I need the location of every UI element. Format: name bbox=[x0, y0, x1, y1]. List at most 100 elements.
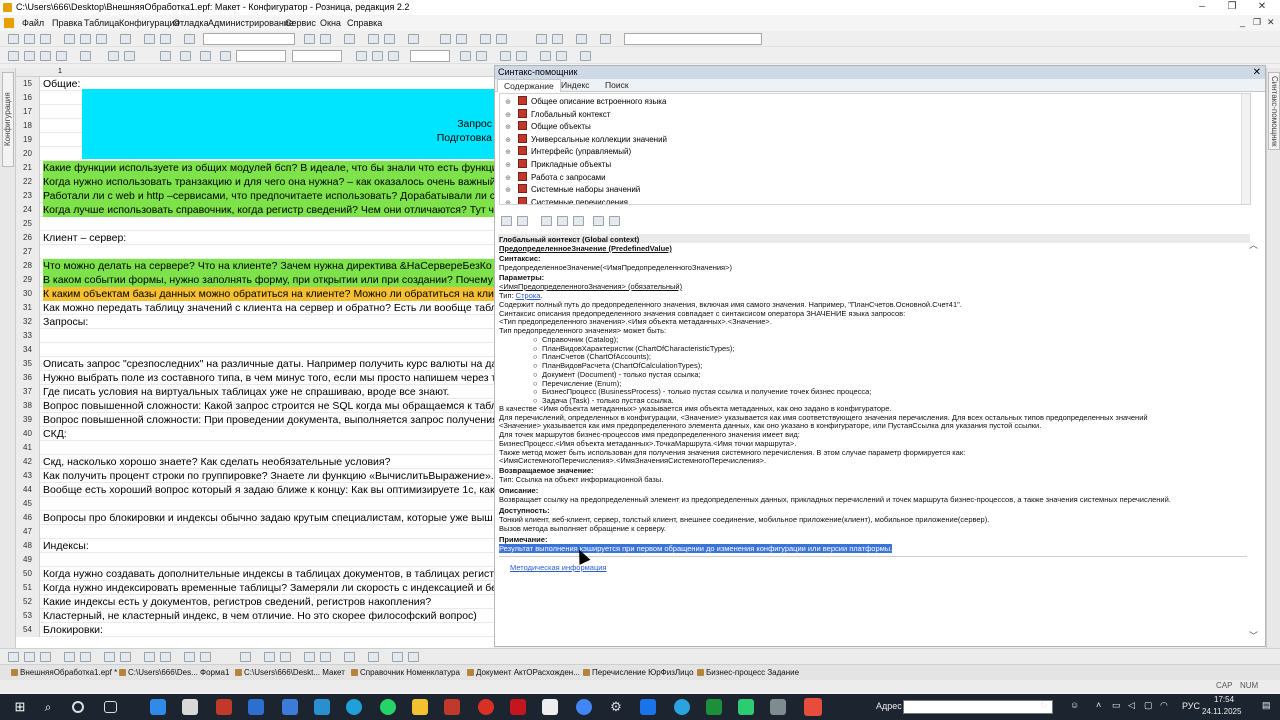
taskbar-app-11-icon[interactable] bbox=[738, 699, 754, 715]
chrome-icon[interactable] bbox=[576, 699, 592, 715]
borders-icon[interactable] bbox=[160, 51, 171, 61]
menu-debug[interactable]: Отладка bbox=[173, 17, 209, 29]
row-number[interactable]: 21 bbox=[16, 161, 40, 175]
window-tab-form1[interactable]: C:\Users\666\Des... Форма1 bbox=[118, 667, 229, 679]
print-icon[interactable] bbox=[120, 34, 131, 44]
row-number[interactable]: 31 bbox=[16, 301, 40, 315]
tree-item[interactable]: ⊕ Универсальные коллекции значений bbox=[504, 133, 667, 146]
table-row[interactable]: 26 Клиент – сервер: bbox=[16, 231, 494, 245]
row-number[interactable]: 18 bbox=[16, 119, 40, 133]
tool-b-icon[interactable] bbox=[456, 34, 467, 44]
window-tab-enum[interactable]: Перечисление ЮрФизЛицо bbox=[582, 667, 694, 679]
fmt-d-icon[interactable] bbox=[56, 51, 67, 61]
object-combo[interactable] bbox=[624, 33, 762, 45]
tree-item[interactable]: ⊕ Интерфейс (управляемый) bbox=[504, 146, 631, 158]
row-number[interactable]: 47 bbox=[16, 525, 40, 539]
table-row[interactable]: 33 bbox=[16, 329, 494, 343]
text-color-icon[interactable] bbox=[200, 51, 211, 61]
bottom-tool-q-icon[interactable] bbox=[344, 652, 355, 662]
row-cell-text[interactable]: Когда лучше использовать справочник, ког… bbox=[43, 203, 494, 217]
tree-item[interactable]: ⊕ Прикладные объекты bbox=[504, 159, 611, 171]
row-cell-text[interactable]: Вопрос повышенной сложности: Какой запро… bbox=[43, 399, 494, 413]
tray-network-icon[interactable]: ▭ bbox=[1112, 700, 1121, 711]
tray-battery-icon[interactable]: ▢ bbox=[1144, 700, 1153, 711]
fmt-b-icon[interactable] bbox=[24, 51, 35, 61]
bottom-tool-g-icon[interactable] bbox=[120, 652, 131, 662]
open-doc-icon[interactable] bbox=[573, 216, 584, 226]
pen-icon[interactable] bbox=[220, 51, 231, 61]
row-cell-text[interactable]: Индексы: bbox=[43, 539, 494, 553]
row-cell-text[interactable]: Блокировки: bbox=[43, 623, 494, 637]
menu-administration[interactable]: Администрирование bbox=[208, 17, 294, 29]
expand-icon[interactable]: ⊕ bbox=[504, 124, 512, 132]
taskbar-app-3-icon[interactable] bbox=[216, 699, 232, 715]
grid-b-icon[interactable] bbox=[476, 51, 487, 61]
row-number[interactable]: 25 bbox=[16, 217, 40, 231]
save-icon[interactable] bbox=[40, 34, 51, 44]
row-cell-text[interactable] bbox=[43, 553, 494, 567]
window-tab-process[interactable]: Бизнес-процесс Задание bbox=[696, 667, 799, 679]
bottom-tool-e-icon[interactable] bbox=[80, 652, 91, 662]
row-number[interactable]: 38 bbox=[16, 399, 40, 413]
bottom-tool-b-icon[interactable] bbox=[24, 652, 35, 662]
tool-d-icon[interactable] bbox=[496, 34, 507, 44]
tree-item[interactable]: ⊕ Глобальный контекст bbox=[504, 108, 610, 121]
row-number[interactable]: 48 bbox=[16, 539, 40, 553]
open-icon[interactable] bbox=[24, 34, 35, 44]
copy-icon[interactable] bbox=[80, 34, 91, 44]
string-type-link[interactable]: Строка bbox=[516, 291, 541, 300]
row-cell-text[interactable]: Вопросы про блокировки и индексы обычно … bbox=[43, 511, 494, 525]
grid-d-icon[interactable] bbox=[516, 51, 527, 61]
mdi-minimize-icon[interactable]: _ bbox=[1240, 17, 1245, 27]
debug-icon[interactable] bbox=[368, 34, 379, 44]
row-cell-text[interactable] bbox=[43, 245, 494, 259]
spreadsheet-document[interactable]: 1 15 Общие: 16 17 18 19 20 21 Какие функции испо… bbox=[16, 68, 494, 648]
row-number[interactable]: 19 bbox=[16, 133, 40, 147]
table-row[interactable]: 32 Запросы: bbox=[16, 315, 494, 329]
find-next-icon[interactable] bbox=[320, 34, 331, 44]
row-cell-text[interactable] bbox=[43, 217, 494, 231]
find-icon[interactable] bbox=[184, 34, 195, 44]
table-row[interactable]: 28 Что можно делать на сервере? Что на кл… bbox=[16, 259, 494, 273]
table-row[interactable]: 46 Вопросы про блокировки и индексы обычн… bbox=[16, 511, 494, 525]
row-cell-text[interactable] bbox=[43, 497, 494, 511]
bottom-tool-o-icon[interactable] bbox=[304, 652, 315, 662]
tab-search[interactable]: Поиск bbox=[599, 79, 635, 92]
close-window-button[interactable]: ✕ bbox=[1248, 0, 1276, 15]
row-number[interactable]: 36 bbox=[16, 371, 40, 385]
edge-icon[interactable] bbox=[346, 699, 362, 715]
mdi-close-icon[interactable]: ✕ bbox=[1267, 17, 1275, 28]
taskbar-app-6-icon[interactable] bbox=[314, 699, 330, 715]
taskbar-app-7-icon[interactable] bbox=[444, 699, 460, 715]
tool-g-icon[interactable] bbox=[576, 34, 587, 44]
taskbar-app-5-icon[interactable] bbox=[282, 699, 298, 715]
bottom-tool-m-icon[interactable] bbox=[264, 652, 275, 662]
tab-contents[interactable]: Содержание bbox=[497, 79, 561, 92]
bottom-tool-s-icon[interactable] bbox=[392, 652, 403, 662]
syntax-helper-side-tab[interactable]: Синтакс-помощник bbox=[1268, 72, 1280, 150]
tool-h-icon[interactable] bbox=[600, 34, 611, 44]
row-cell-text[interactable]: Как можно передать таблицу значений с кл… bbox=[43, 301, 494, 315]
table-row[interactable]: 41 bbox=[16, 441, 494, 455]
row-number[interactable]: 32 bbox=[16, 315, 40, 329]
row-number[interactable]: 33 bbox=[16, 329, 40, 343]
row-number[interactable]: 35 bbox=[16, 357, 40, 371]
row-cell-text[interactable]: Как получить процент строки по группиров… bbox=[43, 469, 494, 483]
tree-item[interactable]: ⊕ Общее описание встроенного языка bbox=[504, 96, 666, 108]
new-icon[interactable] bbox=[8, 34, 19, 44]
row-cell-text[interactable]: Вообще есть хороший вопрос который я зад… bbox=[43, 483, 494, 497]
tray-chevron-icon[interactable]: ˄ bbox=[1096, 700, 1101, 710]
menu-configuration[interactable]: Конфигурация bbox=[119, 17, 179, 29]
fmt-c-icon[interactable] bbox=[40, 51, 51, 61]
row-cell-text[interactable] bbox=[43, 343, 494, 357]
row-number[interactable]: 54 bbox=[16, 623, 40, 637]
row-cell-text[interactable]: Что можно делать на сервере? Что на клие… bbox=[43, 259, 494, 273]
table-row[interactable]: 27 bbox=[16, 245, 494, 259]
table-row[interactable]: 37 Где писать условия на виртуальных табл… bbox=[16, 385, 494, 399]
window-tab-catalog[interactable]: Справочник Номенклатура bbox=[350, 667, 460, 679]
bottom-tool-r-icon[interactable] bbox=[368, 652, 379, 662]
table-row[interactable]: 50 Когда нужно создавать дополнительные и… bbox=[16, 567, 494, 581]
expand-icon[interactable]: ⊕ bbox=[504, 200, 512, 204]
explorer-icon[interactable] bbox=[412, 699, 428, 715]
expand-icon[interactable]: ⊕ bbox=[504, 99, 512, 107]
